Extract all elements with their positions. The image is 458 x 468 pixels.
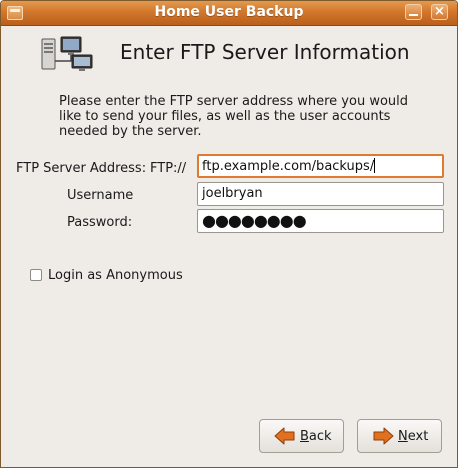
title-bar[interactable]: Home User Backup ×	[1, 1, 457, 26]
back-arrow-icon	[274, 427, 295, 445]
next-arrow-icon	[373, 427, 394, 445]
instructions-text: Please enter the FTP server address wher…	[59, 94, 409, 139]
next-button-label: Next	[398, 429, 429, 444]
back-button-label: Back	[300, 429, 332, 444]
username-label: Username	[67, 188, 134, 203]
page-heading: Enter FTP Server Information	[120, 40, 410, 64]
network-computers-icon	[41, 36, 93, 71]
minimize-button[interactable]	[405, 4, 422, 20]
next-button[interactable]: Next	[357, 419, 442, 453]
server-address-label: FTP Server Address:	[16, 161, 147, 176]
anonymous-checkbox[interactable]	[30, 269, 42, 281]
password-label: Password:	[67, 215, 133, 230]
password-input[interactable]: ●●●●●●●●	[197, 209, 444, 233]
server-address-value: ftp.example.com/backups/	[202, 159, 375, 174]
anonymous-checkbox-label[interactable]: Login as Anonymous	[48, 268, 183, 283]
close-button[interactable]: ×	[431, 4, 448, 20]
backup-dialog-window: Home User Backup × Enter FTP Server Info…	[0, 0, 458, 468]
username-input[interactable]: joelbryan	[197, 182, 444, 206]
ftp-prefix-label: FTP://	[150, 161, 187, 176]
text-caret	[374, 158, 376, 173]
back-button[interactable]: Back	[259, 419, 344, 453]
window-title: Home User Backup	[154, 4, 304, 20]
server-address-input[interactable]: ftp.example.com/backups/	[197, 154, 444, 178]
